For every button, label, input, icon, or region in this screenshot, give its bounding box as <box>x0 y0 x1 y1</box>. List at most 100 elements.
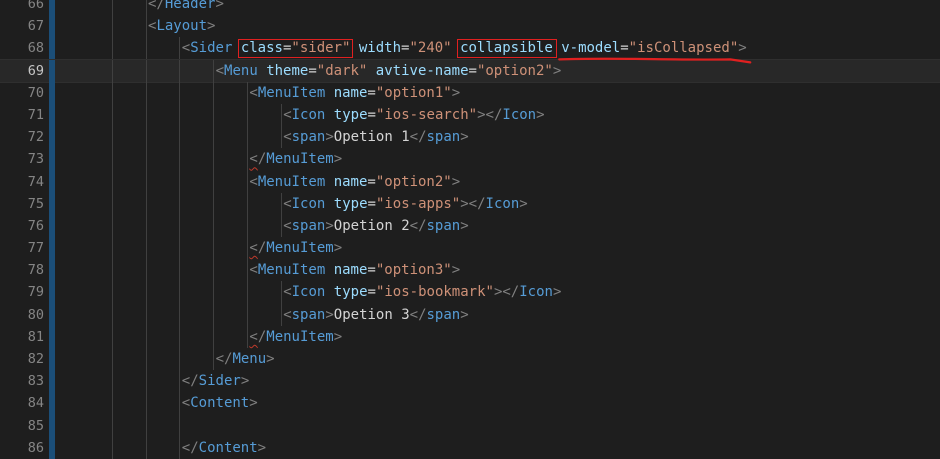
indent-guide <box>280 281 282 304</box>
line-number: 78 <box>27 262 44 279</box>
gutter-change-marker <box>49 392 55 415</box>
indent-guide <box>111 237 113 260</box>
line-number: 83 <box>27 373 44 390</box>
code-token: < <box>283 306 292 323</box>
indent-guide <box>111 37 113 60</box>
indent-guide <box>145 303 147 326</box>
gutter-change-marker <box>49 192 55 215</box>
indent-guide <box>111 414 113 437</box>
code-token: </ <box>181 373 199 390</box>
code-token: > <box>333 328 343 345</box>
code-line[interactable]: 66 </Header> <box>0 0 940 16</box>
code-token: "dark" <box>316 62 368 79</box>
code-line[interactable]: 68 <Sider class="sider" width="240" colla… <box>0 37 940 60</box>
code-token: = <box>620 40 629 57</box>
indent-guide <box>179 436 181 459</box>
code-token: < <box>283 106 292 123</box>
code-token: > <box>536 106 545 123</box>
indent-guide <box>179 148 181 171</box>
code-token: Menu <box>232 351 267 367</box>
code-token: = <box>367 284 376 301</box>
indent-guide <box>213 59 215 82</box>
indent-guide <box>213 148 215 171</box>
code-line[interactable]: 72 <span>Opetion 1</span> <box>0 126 940 149</box>
gutter-change-marker <box>49 325 55 348</box>
code-text: <span>Opetion 3</span> <box>283 304 468 326</box>
indent-guide <box>145 192 147 215</box>
indent-guide <box>145 370 147 393</box>
line-number: 73 <box>27 151 44 168</box>
indent-guide <box>213 348 215 371</box>
gutter-change-marker <box>49 37 55 60</box>
code-token: name <box>333 173 368 190</box>
code-editor[interactable]: 66 </Header> 67 <Layout> 68 <Sider class="sid… <box>0 0 940 459</box>
indent-guide <box>179 81 181 104</box>
indent-guide <box>179 325 181 348</box>
code-line[interactable]: 82 </Menu> <box>0 348 940 371</box>
code-line[interactable]: 83 </Sider> <box>0 370 940 393</box>
gutter-change-marker <box>49 214 55 238</box>
indent-guide <box>179 259 181 282</box>
code-line[interactable]: 75 <Icon type="ios-apps"></Icon> <box>0 192 940 215</box>
code-line[interactable]: 81 </MenuItem> <box>0 325 940 348</box>
indent-guide <box>111 436 113 459</box>
code-token: MenuItem <box>257 173 326 190</box>
code-line[interactable]: 70 <MenuItem name="option1"> <box>0 81 940 104</box>
code-token: Icon <box>291 106 326 123</box>
code-token: Icon <box>485 195 520 212</box>
code-line[interactable]: 78 <MenuItem name="option3"> <box>0 259 940 282</box>
code-token: Header <box>164 0 216 12</box>
code-token: </ <box>409 129 427 146</box>
indent-guide <box>213 259 215 282</box>
code-line[interactable]: 85 <box>0 414 940 437</box>
code-token: span <box>426 217 461 234</box>
code-text: <Icon type="ios-search"></Icon> <box>283 104 544 126</box>
code-line[interactable]: 86 </Content> <box>0 436 940 459</box>
code-token: ></ <box>460 195 486 212</box>
code-line[interactable]: 71 <Icon type="ios-search"></Icon> <box>0 103 940 127</box>
code-line[interactable]: 77 </MenuItem> <box>0 237 940 260</box>
code-token: < <box>283 217 292 234</box>
code-line[interactable]: 84 <Content> <box>0 392 940 415</box>
code-token: MenuItem <box>266 151 334 168</box>
code-line[interactable]: 69 <Menu theme="dark" avtive-name="option… <box>0 58 940 83</box>
indent-guide <box>145 214 147 238</box>
indent-guide <box>145 414 147 437</box>
code-token: avtive-name <box>375 62 469 79</box>
indent-guide <box>280 214 282 238</box>
code-line[interactable]: 79 <Icon type="ios-bookmark"></Icon> <box>0 281 940 304</box>
line-number: 71 <box>27 106 44 123</box>
code-line[interactable]: 74 <MenuItem name="option2"> <box>0 170 940 193</box>
indent-guide <box>247 303 248 326</box>
line-number: 70 <box>27 84 44 101</box>
code-token: Sider <box>190 40 233 57</box>
indent-guide <box>179 192 181 215</box>
code-token: < <box>249 262 258 279</box>
code-token: width <box>358 40 402 57</box>
code-token: < <box>283 195 292 212</box>
indent-guide <box>145 325 147 348</box>
indent-guide <box>111 325 113 348</box>
code-token: > <box>451 84 461 101</box>
indent-guide <box>213 281 215 304</box>
indent-guide <box>145 281 147 304</box>
code-token: "option3" <box>375 262 452 279</box>
code-line[interactable]: 67 <Layout> <box>0 15 940 38</box>
indent-guide <box>145 81 147 104</box>
gutter-change-marker <box>49 0 55 16</box>
code-token: MenuItem <box>266 328 334 345</box>
code-token: v-model <box>561 40 621 57</box>
gutter-change-marker <box>49 281 55 304</box>
indent-guide <box>111 348 113 371</box>
code-line[interactable]: 76 <span>Opetion 2</span> <box>0 214 940 238</box>
indent-guide <box>145 0 147 16</box>
code-line[interactable]: 73 </MenuItem> <box>0 148 940 171</box>
indent-guide <box>145 259 147 282</box>
code-line[interactable]: 80 <span>Opetion 3</span> <box>0 303 940 326</box>
code-token: Icon <box>502 106 537 123</box>
indent-guide <box>179 214 181 238</box>
indent-guide <box>145 237 147 260</box>
